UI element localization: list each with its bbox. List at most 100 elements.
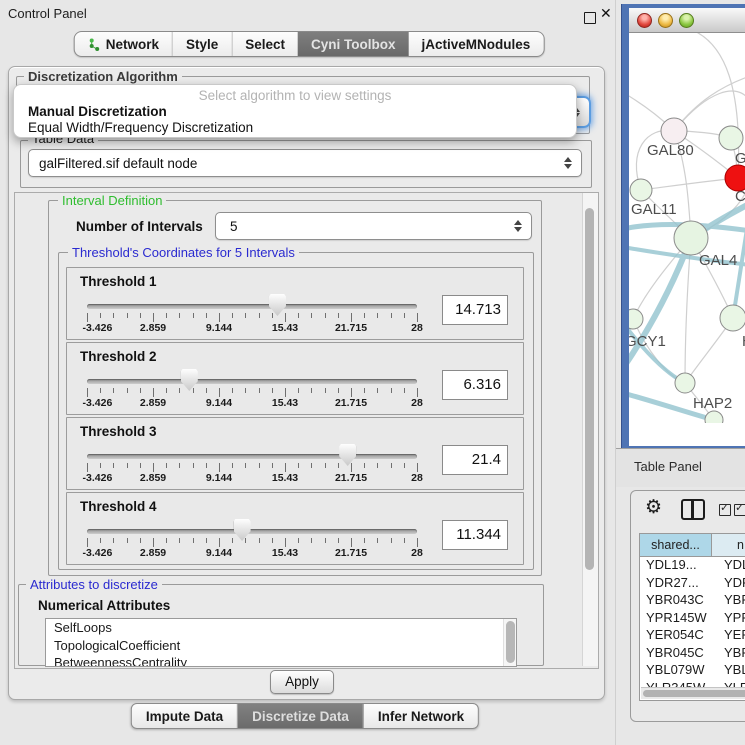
attribute-item-topologicalcoefficient[interactable]: TopologicalCoefficient xyxy=(46,637,516,655)
panel-divider xyxy=(615,0,616,745)
table-panel-card: ⚙ shared... n YDL19...YDL1YDR27...YDR2YB… xyxy=(630,490,745,722)
application-root: Control Panel ✕ NetworkStyleSelectCyni T… xyxy=(0,0,745,745)
table-row[interactable]: YDL19...YDL1 xyxy=(640,557,745,575)
bottom-tab-discretize-data[interactable]: Discretize Data xyxy=(237,704,363,728)
cell-shared-name: YDL19... xyxy=(640,557,718,575)
threshold-label: Threshold 2 xyxy=(80,349,157,364)
algorithm-placeholder: Select algorithm to view settings xyxy=(14,88,576,103)
table-body: YDL19...YDL1YDR27...YDR2YBR043CYBR0YPR14… xyxy=(640,557,745,697)
column-header-shared[interactable]: shared... xyxy=(640,534,712,556)
table-header-row: shared... n xyxy=(640,534,745,557)
cell-shared-name: YBR043C xyxy=(640,592,718,610)
network-canvas[interactable]: GAL80GACGAL11GAL4GCY1HHAP2 xyxy=(629,33,745,423)
vertical-scrollbar-thumb[interactable] xyxy=(585,208,594,570)
network-node-ga[interactable] xyxy=(719,126,743,150)
table-row[interactable]: YER054CYER0 xyxy=(640,627,745,645)
tab-cyni-toolbox[interactable]: Cyni Toolbox xyxy=(298,32,409,56)
close-icon[interactable]: ✕ xyxy=(600,5,612,22)
node-attribute-table: shared... n YDL19...YDL1YDR27...YDR2YBR0… xyxy=(639,533,745,701)
threshold-value-field[interactable]: 6.316 xyxy=(442,370,508,400)
close-traffic-light-icon[interactable] xyxy=(637,13,652,28)
list-scrollbar-track[interactable] xyxy=(503,619,516,666)
threshold-value-field[interactable]: 21.4 xyxy=(442,445,508,475)
tab-label: Network xyxy=(106,37,159,52)
network-node-hap2[interactable] xyxy=(675,373,695,393)
horizontal-scrollbar-track[interactable] xyxy=(641,687,745,699)
algorithm-option-equal-width-frequency-discretization[interactable]: Equal Width/Frequency Discretization xyxy=(18,120,572,136)
network-node-gal11[interactable] xyxy=(630,179,652,201)
slider-track[interactable] xyxy=(87,454,417,459)
number-of-intervals-combobox[interactable]: 5 xyxy=(215,212,532,240)
algorithm-option-manual-discretization[interactable]: Manual Discretization xyxy=(18,104,572,120)
attribute-item-betweennesscentrality[interactable]: BetweennessCentrality xyxy=(46,654,516,667)
slider-track[interactable] xyxy=(87,529,417,534)
threshold-label: Threshold 3 xyxy=(80,424,157,439)
apply-button[interactable]: Apply xyxy=(270,670,334,694)
threshold-1-panel: Threshold 1-3.4262.8599.14415.4321.71528… xyxy=(66,267,524,340)
network-node-gal4[interactable] xyxy=(674,221,708,255)
network-view-window: GAL80GACGAL11GAL4GCY1HHAP2 xyxy=(622,4,745,466)
cell-name: YDR2 xyxy=(718,575,745,593)
slider-track[interactable] xyxy=(87,304,417,309)
tab-jactivemnodules[interactable]: jActiveMNodules xyxy=(409,32,544,56)
algorithm-dropdown-popup: Select algorithm to view settings Manual… xyxy=(13,84,577,138)
threshold-value-field[interactable]: 14.713 xyxy=(442,295,508,325)
cell-name: YDL1 xyxy=(718,557,745,575)
network-node-gal80[interactable] xyxy=(661,118,687,144)
node-label-hap2: HAP2 xyxy=(693,395,732,412)
table-row[interactable]: YBR043CYBR0 xyxy=(640,592,745,610)
network-window-titlebar[interactable] xyxy=(629,8,745,33)
tab-network[interactable]: Network xyxy=(75,32,172,56)
tab-label: Style xyxy=(186,37,218,52)
tab-label: jActiveMNodules xyxy=(422,37,531,52)
cell-shared-name: YPR145W xyxy=(640,610,718,628)
minimize-traffic-light-icon[interactable] xyxy=(658,13,673,28)
attribute-item-selfloops[interactable]: SelfLoops xyxy=(46,619,516,637)
horizontal-scrollbar-thumb[interactable] xyxy=(643,690,745,697)
gear-icon[interactable]: ⚙ xyxy=(645,496,662,519)
checkbox-checked-icon[interactable] xyxy=(734,504,745,516)
table-data-combobox[interactable]: galFiltered.sif default node xyxy=(28,149,582,177)
network-graph-icon xyxy=(88,38,101,51)
zoom-traffic-light-icon[interactable] xyxy=(679,13,694,28)
combo-stepper-icon xyxy=(564,157,572,169)
bottom-tab-infer-network[interactable]: Infer Network xyxy=(363,704,478,728)
threshold-3-panel: Threshold 3-3.4262.8599.14415.4321.71528… xyxy=(66,417,524,490)
table-row[interactable]: YPR145WYPR1 xyxy=(640,610,745,628)
cell-name: YBL0 xyxy=(718,662,745,680)
table-row[interactable]: YDR27...YDR2 xyxy=(640,575,745,593)
threshold-value-field[interactable]: 11.344 xyxy=(442,520,508,550)
checkbox-checked-icon[interactable] xyxy=(719,504,731,516)
network-node-h[interactable] xyxy=(720,305,745,331)
cell-name: YPR1 xyxy=(718,610,745,628)
threshold-2-panel: Threshold 2 -3.4262.8599.14415.4321.71528… xyxy=(66,342,524,415)
numerical-attributes-label: Numerical Attributes xyxy=(38,598,170,613)
threshold-rows: Threshold 1 -3.4262.8599.14415.4321.71528… xyxy=(58,252,532,568)
bottom-tab-impute-data[interactable]: Impute Data xyxy=(132,704,237,728)
cell-shared-name: YBR045C xyxy=(640,645,718,663)
table-row[interactable]: YBR045CYBR0 xyxy=(640,645,745,663)
slider-tick-labels: -3.4262.8599.14415.4321.71528 xyxy=(87,397,417,409)
cell-name: YER0 xyxy=(718,627,745,645)
split-columns-icon[interactable] xyxy=(681,499,705,520)
table-row[interactable]: YBL079WYBL0 xyxy=(640,662,745,680)
bottom-tab-bar: Impute DataDiscretize DataInfer Network xyxy=(131,703,479,729)
column-header-name[interactable]: n xyxy=(712,534,745,556)
network-node-gcy1[interactable] xyxy=(629,309,643,329)
network-node[interactable] xyxy=(705,411,723,423)
attributes-group-title: Attributes to discretize xyxy=(26,577,162,592)
slider-track[interactable] xyxy=(87,379,417,384)
threshold-label: Threshold 1 xyxy=(80,274,157,289)
float-window-icon[interactable] xyxy=(584,12,596,24)
node-label-c: C xyxy=(735,188,745,205)
threshold-4-panel: Threshold 4-3.4262.8599.14415.4321.71528… xyxy=(66,492,524,565)
top-tab-bar: Network Style SelectCyni Toolbox jActiveMNo… xyxy=(74,31,545,57)
table-data-selected-value: galFiltered.sif default node xyxy=(29,156,197,171)
cell-name: YBR0 xyxy=(718,645,745,663)
threshold-label: Threshold 4 xyxy=(80,499,157,514)
tab-style[interactable]: Style xyxy=(172,32,231,56)
tab-select[interactable]: Select xyxy=(231,32,298,56)
cell-shared-name: YER054C xyxy=(640,627,718,645)
list-scrollbar-thumb[interactable] xyxy=(506,621,515,663)
numerical-attributes-list[interactable]: SelfLoopsTopologicalCoefficientBetweenne… xyxy=(45,618,517,667)
